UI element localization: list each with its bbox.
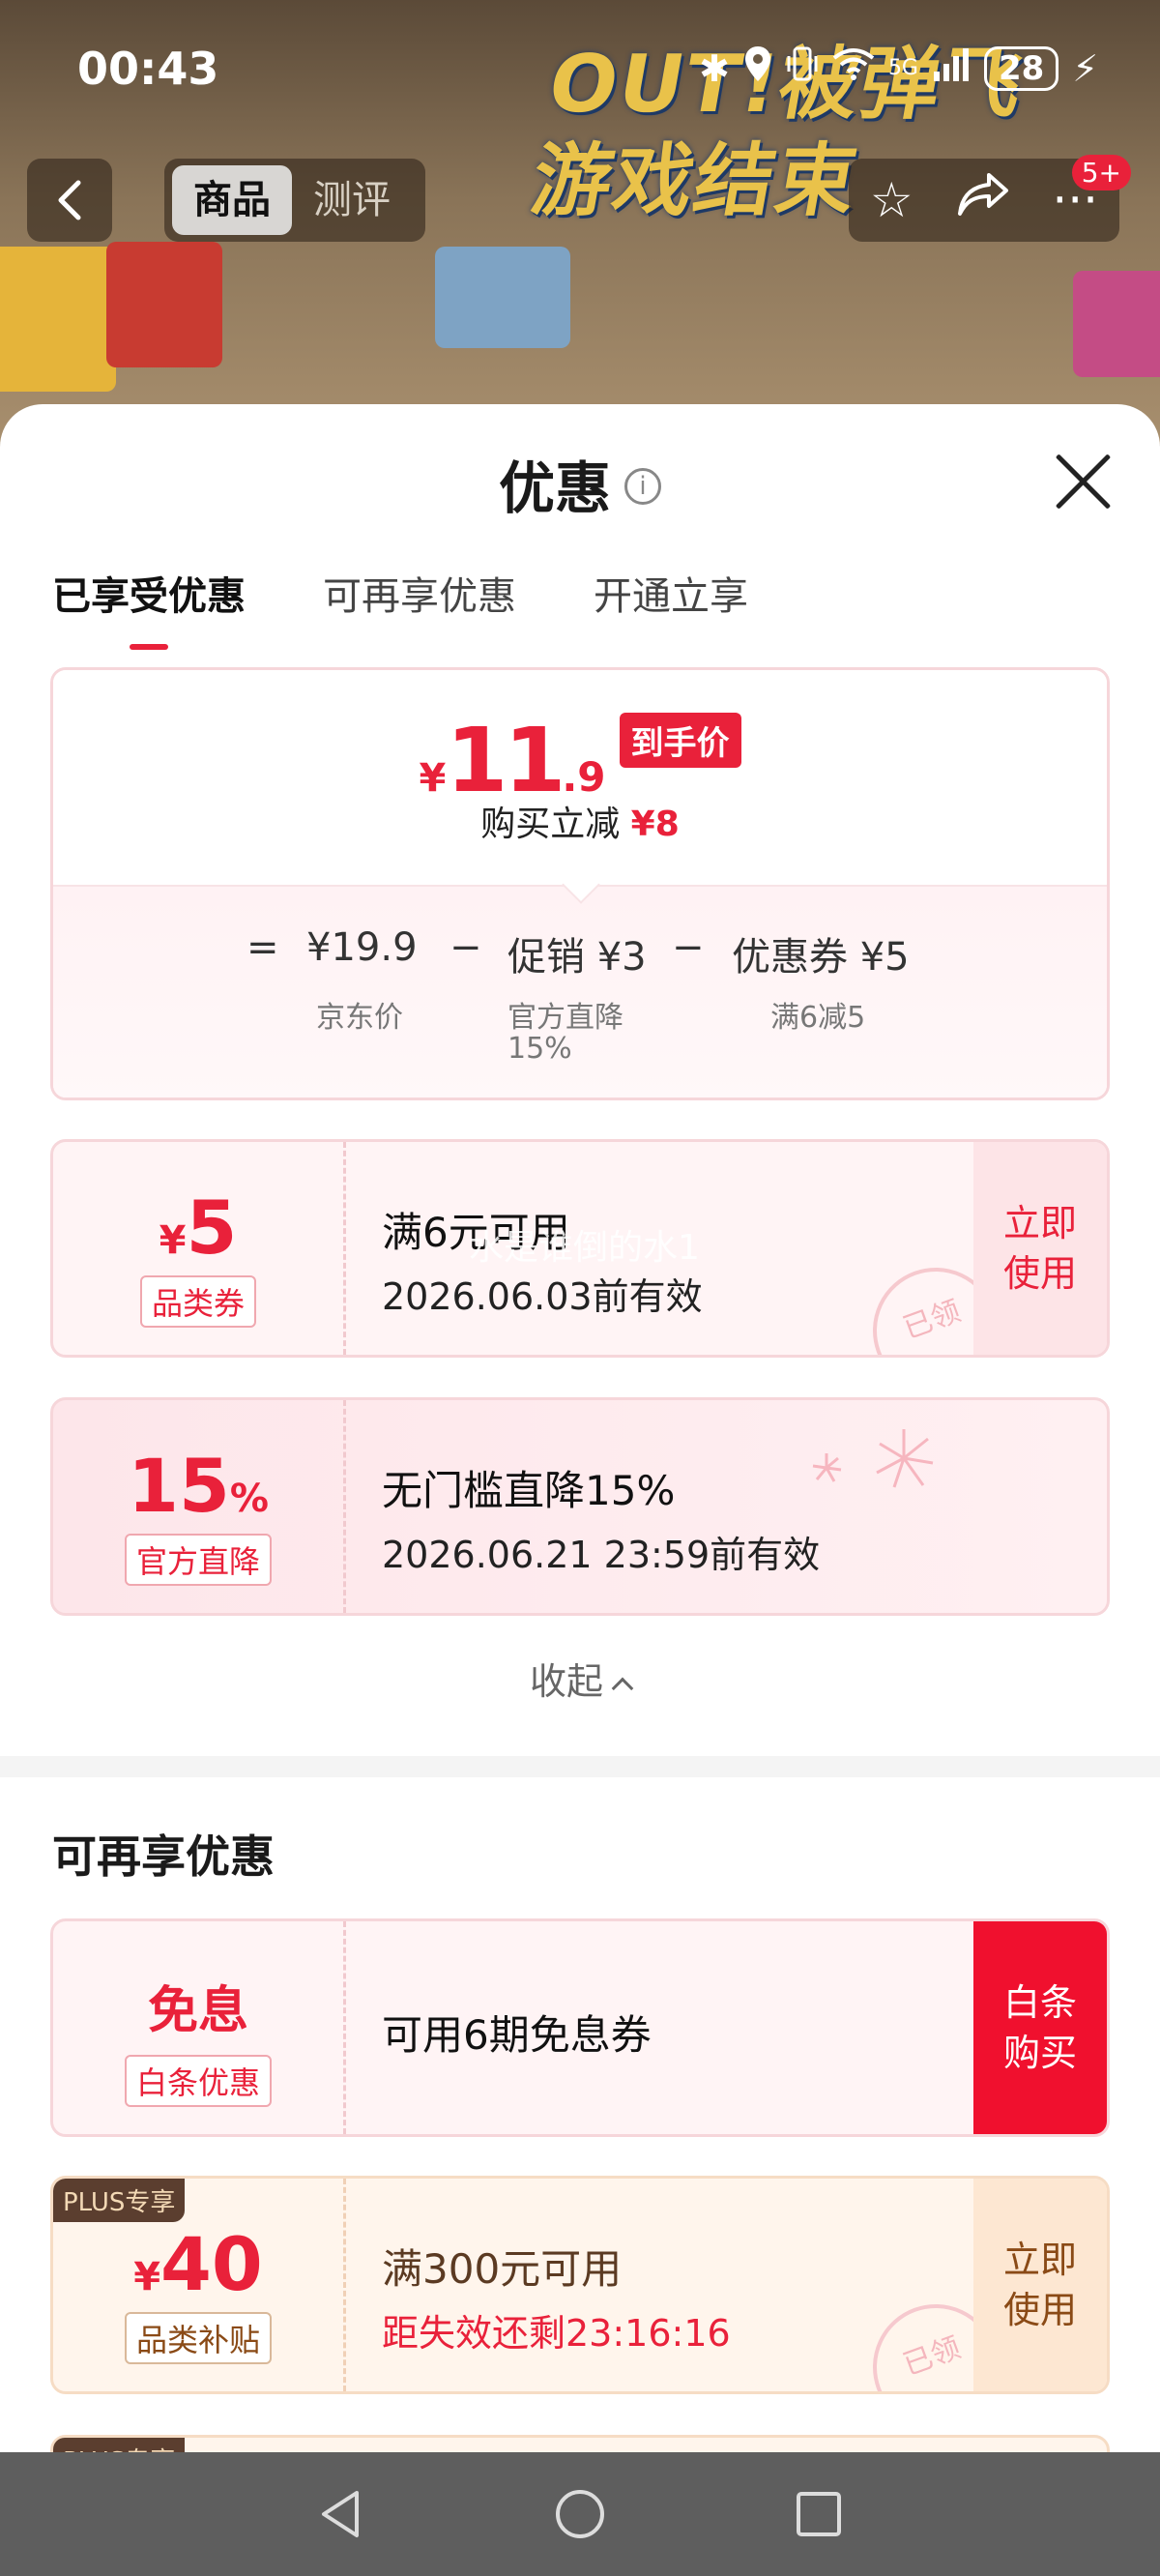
discount-sheet: 优惠 i 已享受优惠 可再享优惠 开通立享 ¥11.9到手价 购买立减 ¥8 = … [0, 404, 1160, 2452]
location-icon [743, 44, 772, 92]
system-navigation-bar [0, 2452, 1160, 2576]
close-button[interactable] [1054, 453, 1112, 511]
message-badge: 5+ [1071, 155, 1131, 190]
lego-block-yellow [0, 247, 116, 392]
coupon-card[interactable]: ¥5 品类券 满6元可用 2026.06.03前有效 水是谁倒的水1 已领 立即… [50, 1139, 1110, 1358]
watermark: 水是谁倒的水1 [469, 1228, 700, 1268]
coupon-card[interactable]: 免息 白条优惠 可用6期免息券 白条购买 [50, 1918, 1110, 2137]
coupon-card[interactable]: 15% 官方直降 无门槛直降15% 2026.06.21 23:59前有效 [50, 1397, 1110, 1616]
fireworks-decoration [812, 1429, 934, 1488]
total-reduction: 购买立减 ¥8 [480, 805, 680, 844]
price-summary-card: ¥11.9到手价 购买立减 ¥8 = ¥19.9 − 促销 ¥3 − 优惠券 ¥… [50, 667, 1110, 1100]
coupon-type-label: 品类补贴 [124, 2312, 273, 2364]
minus-sign: − [450, 925, 482, 970]
tab-more-discounts[interactable]: 可再享优惠 [323, 565, 516, 640]
more-discounts-title: 可再享优惠 [52, 1830, 275, 1883]
coupon-divider [343, 1142, 346, 1355]
price-breakdown: = ¥19.9 − 促销 ¥3 − 优惠券 ¥5 京东价 官方直降 15% 满6… [53, 885, 1107, 1098]
chevron-up-icon [611, 1677, 634, 1700]
sheet-title: 优惠 i [0, 443, 1160, 524]
product-top-nav: 商品 测评 ☆ ··· 5+ [0, 155, 1160, 247]
tab-enjoyed-discounts[interactable]: 已享受优惠 [52, 565, 246, 650]
coupon-countdown: 距失效还剩23:16:16 [382, 2312, 731, 2355]
coupon-amount: 15% [128, 1443, 269, 1529]
coupon-divider [343, 1921, 346, 2134]
coupon-expiry: 2026.06.21 23:59前有效 [382, 1534, 821, 1576]
breakdown-jd-price-label: 京东价 [316, 1001, 403, 1035]
nav-back-icon[interactable] [312, 2485, 370, 2543]
coupon-type-label: 品类券 [139, 1275, 257, 1328]
coupon-amount: ¥5 [159, 1185, 238, 1271]
coupon-expiry: 2026.06.03前有效 [382, 1275, 703, 1318]
coupon-condition: 无门槛直降15% [382, 1467, 676, 1514]
coupon-divider [343, 1400, 346, 1613]
coupon-amount: 免息 [147, 1982, 248, 2040]
coupon-type-label: 白条优惠 [124, 2055, 273, 2107]
lego-block-red [106, 242, 222, 367]
coupon-type-label: 官方直降 [124, 1534, 273, 1586]
breakdown-promo-label: 官方直降 [508, 1001, 624, 1035]
breakdown-jd-price: ¥19.9 [306, 925, 418, 970]
breakdown-promo-percent: 15% [508, 1032, 572, 1066]
discount-tabs: 已享受优惠 可再享优惠 开通立享 [52, 565, 748, 650]
tab-activate[interactable]: 开通立享 [594, 565, 748, 640]
equals-sign: = [246, 925, 279, 970]
coupon-amount: ¥40 [133, 2221, 263, 2307]
baitiao-buy-button[interactable]: 白条购买 [973, 1921, 1107, 2134]
share-icon[interactable] [956, 171, 1010, 229]
cell-signal-icon [932, 46, 971, 90]
final-price-tag: 到手价 [619, 713, 741, 768]
status-bar: 00:43 ✱ 5G 28 ⚡ [0, 0, 1160, 145]
favorite-star-icon[interactable]: ☆ [870, 172, 914, 228]
breakdown-promo: 促销 ¥3 [508, 935, 647, 980]
minus-sign: − [672, 925, 705, 970]
charging-icon: ⚡ [1072, 46, 1098, 90]
nav-home-icon[interactable] [551, 2485, 609, 2543]
tab-review[interactable]: 测评 [292, 165, 412, 235]
breakdown-coupon: 优惠券 ¥5 [732, 935, 910, 980]
wifi-icon [832, 46, 875, 90]
coupon-condition: 可用6期免息券 [382, 2011, 652, 2059]
battery-icon: 28 [983, 45, 1059, 91]
chevron-left-icon [58, 180, 81, 220]
status-time: 00:43 [77, 43, 219, 95]
nav-recents-icon[interactable] [790, 2485, 848, 2543]
coupon-condition: 满300元可用 [382, 2245, 623, 2293]
use-now-button[interactable]: 立即使用 [973, 1142, 1107, 1355]
lego-block-blue [435, 247, 570, 348]
tab-product[interactable]: 商品 [172, 165, 292, 235]
back-button[interactable] [27, 159, 112, 242]
coupon-divider [343, 2179, 346, 2391]
lego-block-pink [1073, 271, 1160, 377]
coupon-card[interactable]: PLUS专享 ¥40 品类补贴 满300元可用 距失效还剩23:16:16 已领… [50, 2176, 1110, 2394]
plus-exclusive-tag: PLUS专享 [53, 2438, 186, 2452]
bluetooth-icon: ✱ [699, 46, 730, 90]
collapse-button[interactable]: 收起 [0, 1652, 1160, 1705]
product-segment-control: 商品 测评 [164, 159, 425, 242]
coupon-card-partial[interactable]: PLUS专享 [50, 2435, 1110, 2452]
signal-5g-icon: 5G [887, 56, 918, 80]
breakdown-coupon-label: 满6减5 [770, 1001, 866, 1035]
section-divider [0, 1756, 1160, 1777]
info-icon[interactable]: i [624, 467, 661, 505]
vibrate-icon [786, 44, 819, 92]
status-icons: ✱ 5G 28 ⚡ [699, 44, 1098, 92]
use-now-button[interactable]: 立即使用 [973, 2179, 1107, 2391]
